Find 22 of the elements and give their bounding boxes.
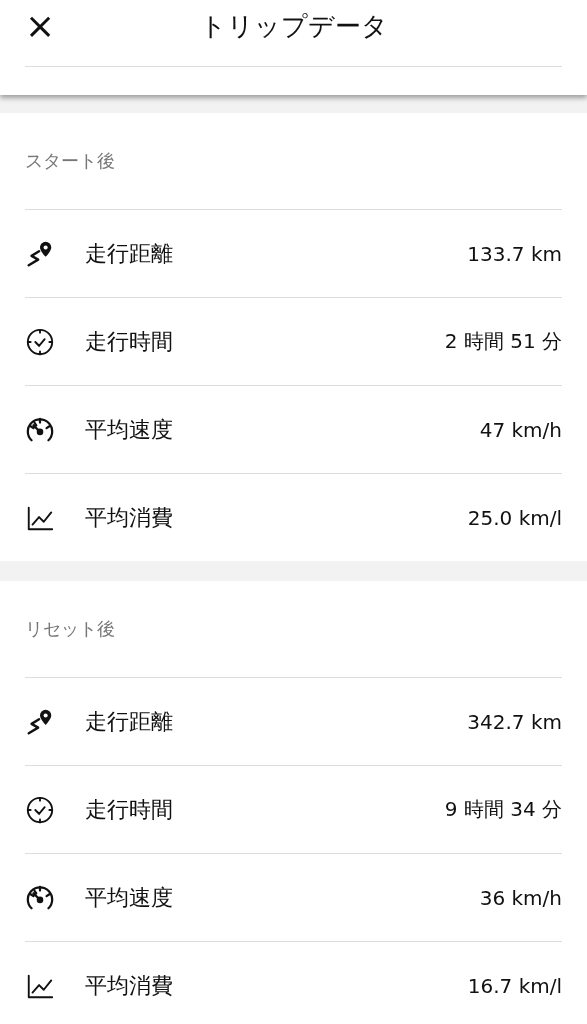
metric-label: 走行時間 — [85, 795, 174, 824]
metric-label: 平均速度 — [85, 415, 174, 444]
metric-label: 走行距離 — [85, 239, 174, 268]
section-label: リセット後 — [25, 617, 115, 641]
metric-label: 走行距離 — [85, 707, 174, 736]
metric-value: 133.7 km — [467, 241, 562, 266]
metric-value: 2 時間 51 分 — [444, 328, 562, 355]
close-button[interactable]: × — [25, 8, 56, 44]
metric-label: 平均速度 — [85, 883, 174, 912]
metric-value: 342.7 km — [467, 709, 562, 734]
metric-value: 47 km/h — [479, 417, 562, 442]
clock-icon — [25, 794, 55, 825]
section-label: スタート後 — [25, 149, 115, 173]
metric-value: 25.0 km/l — [467, 505, 562, 530]
metric-label: 走行時間 — [85, 327, 174, 356]
screen-title: トリップデータ — [198, 9, 389, 43]
metric-value: 36 km/h — [479, 885, 562, 910]
metric-value: 16.7 km/l — [467, 973, 562, 998]
metric-label: 平均消費 — [85, 503, 174, 532]
clock-icon — [25, 326, 55, 357]
metric-label: 平均消費 — [85, 971, 174, 1000]
metric-value: 9 時間 34 分 — [444, 796, 562, 823]
